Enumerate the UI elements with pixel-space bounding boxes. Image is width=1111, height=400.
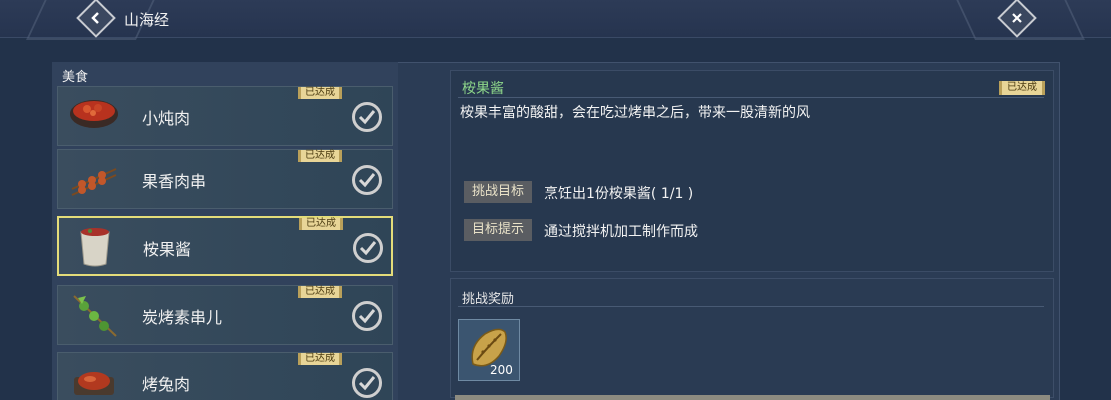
- stew-icon: [68, 93, 120, 139]
- roast-rabbit-icon: [68, 359, 120, 400]
- item-name: 小炖肉: [142, 109, 191, 128]
- divider: [458, 97, 1044, 98]
- reward-title: 挑战奖励: [462, 292, 515, 307]
- list-item[interactable]: 炭烤素串儿 已达成: [57, 285, 393, 345]
- detail-title: 桉果酱: [462, 81, 504, 97]
- list-item[interactable]: 小炖肉 已达成: [57, 86, 393, 146]
- check-icon: [352, 368, 382, 398]
- challenge-target-tag: 挑战目标: [464, 181, 532, 203]
- item-name: 桉果酱: [143, 240, 192, 259]
- bottom-strip: [455, 395, 1050, 400]
- reward-panel: [450, 278, 1054, 398]
- skewer-icon: [68, 156, 120, 202]
- list-item[interactable]: 桉果酱 已达成: [57, 216, 393, 276]
- list-item[interactable]: 烤兔肉 已达成: [57, 352, 393, 400]
- list-item[interactable]: 果香肉串 已达成: [57, 149, 393, 209]
- status-badge: 已达成: [299, 218, 343, 230]
- category-label: 美食: [62, 70, 89, 85]
- target-hint-tag: 目标提示: [464, 219, 532, 241]
- status-badge: 已达成: [298, 286, 342, 298]
- status-badge: 已达成: [298, 87, 342, 99]
- page-title: 山海经: [124, 11, 170, 29]
- target-hint-value: 通过搅拌机加工制作而成: [544, 224, 698, 240]
- status-badge: 已达成: [298, 353, 342, 365]
- jam-bowl-icon: [69, 224, 121, 270]
- check-icon: [352, 301, 382, 331]
- check-icon: [352, 102, 382, 132]
- check-icon: [352, 165, 382, 195]
- detail-description: 桉果丰富的酸甜，会在吃过烤串之后，带来一股清新的风: [460, 105, 810, 121]
- check-icon: [353, 233, 383, 263]
- close-icon: [1012, 13, 1022, 23]
- item-name: 炭烤素串儿: [142, 308, 223, 327]
- status-badge: 已达成: [999, 81, 1045, 95]
- item-name: 烤兔肉: [142, 375, 191, 394]
- detail-panel: [450, 70, 1054, 272]
- reward-quantity: 200: [490, 363, 513, 377]
- status-badge: 已达成: [298, 150, 342, 162]
- veggie-skewer-icon: [68, 292, 120, 338]
- item-name: 果香肉串: [142, 172, 207, 191]
- divider: [458, 306, 1044, 307]
- chevron-left-icon: [91, 12, 99, 24]
- challenge-target-value: 烹饪出1份桉果酱( 1/1 ): [544, 186, 694, 202]
